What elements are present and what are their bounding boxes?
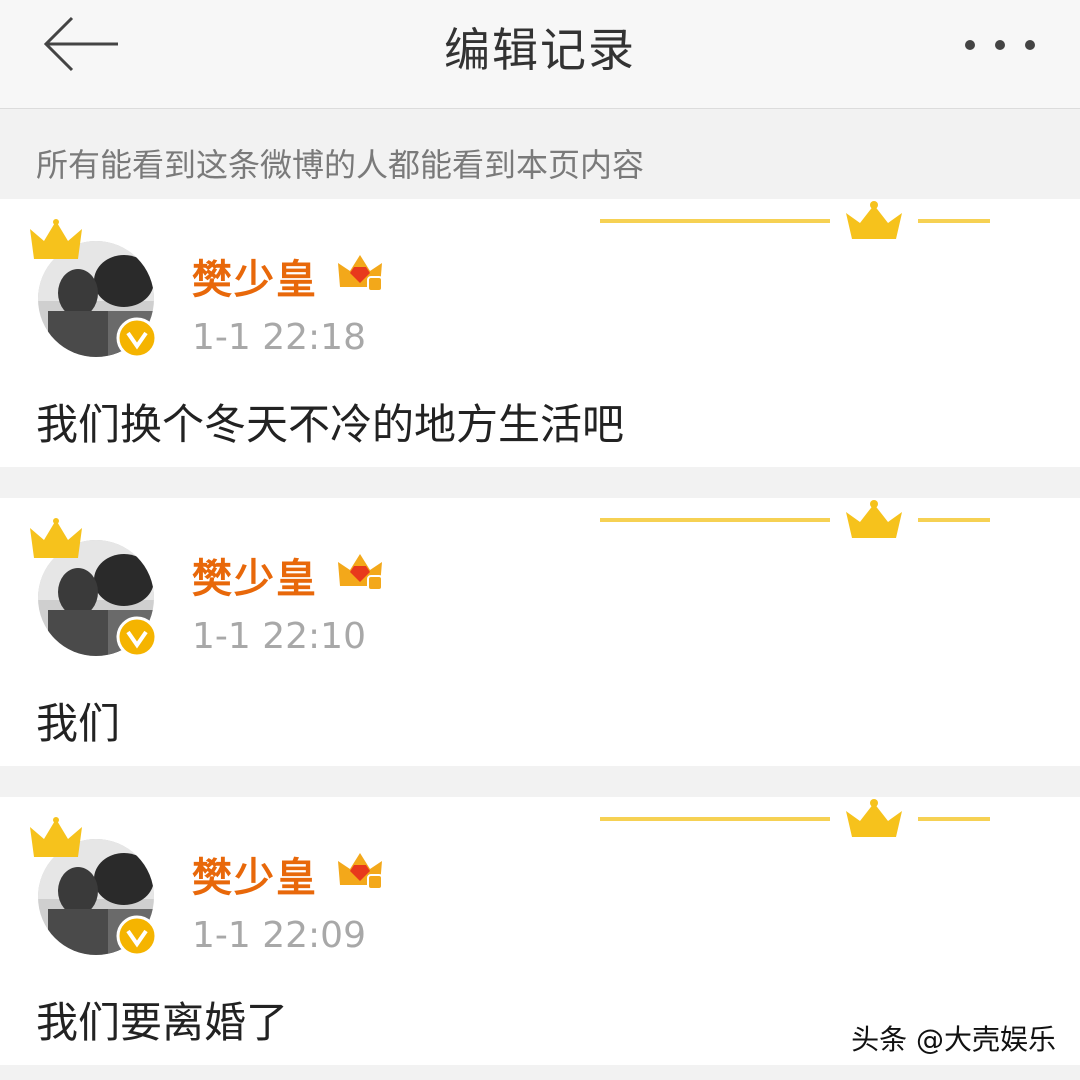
page-title: 编辑记录 xyxy=(444,23,636,77)
visibility-notice: 所有能看到这条微博的人都能看到本页内容 xyxy=(36,146,645,184)
crown-badge-icon xyxy=(30,817,82,857)
post-time: 1-1 22:18 xyxy=(192,317,366,358)
edit-record-card: 樊少皇 1-1 22:18 我们换个冬天不冷的地方生活吧 xyxy=(0,199,1080,467)
watermark: 头条 @大壳娱乐 xyxy=(851,1023,1056,1056)
vip-level-icon xyxy=(338,554,383,591)
post-content: 我们换个冬天不冷的地方生活吧 xyxy=(36,400,625,449)
user-name[interactable]: 樊少皇 xyxy=(192,247,318,305)
post-time: 1-1 22:09 xyxy=(192,915,366,956)
verified-badge-icon xyxy=(116,317,158,359)
vip-level-icon xyxy=(338,853,383,890)
edit-record-card: 樊少皇 1-1 22:10 我们 xyxy=(0,498,1080,766)
verified-badge-icon xyxy=(116,915,158,957)
avatar[interactable] xyxy=(28,219,168,359)
avatar[interactable] xyxy=(28,817,168,957)
post-content: 我们 xyxy=(36,699,121,748)
vip-level-icon xyxy=(338,255,383,292)
post-content: 我们要离婚了 xyxy=(36,998,289,1047)
crown-decoration-icon xyxy=(600,799,990,837)
crown-decoration-icon xyxy=(600,500,990,538)
avatar[interactable] xyxy=(28,518,168,658)
crown-decoration-icon xyxy=(600,201,990,239)
top-bar: 编辑记录 xyxy=(0,0,1080,109)
crown-badge-icon xyxy=(30,518,82,558)
post-time: 1-1 22:10 xyxy=(192,616,366,657)
verified-badge-icon xyxy=(116,616,158,658)
user-name[interactable]: 樊少皇 xyxy=(192,546,318,604)
more-dots-icon[interactable] xyxy=(960,20,1040,70)
user-name[interactable]: 樊少皇 xyxy=(192,845,318,903)
crown-badge-icon xyxy=(30,219,82,259)
